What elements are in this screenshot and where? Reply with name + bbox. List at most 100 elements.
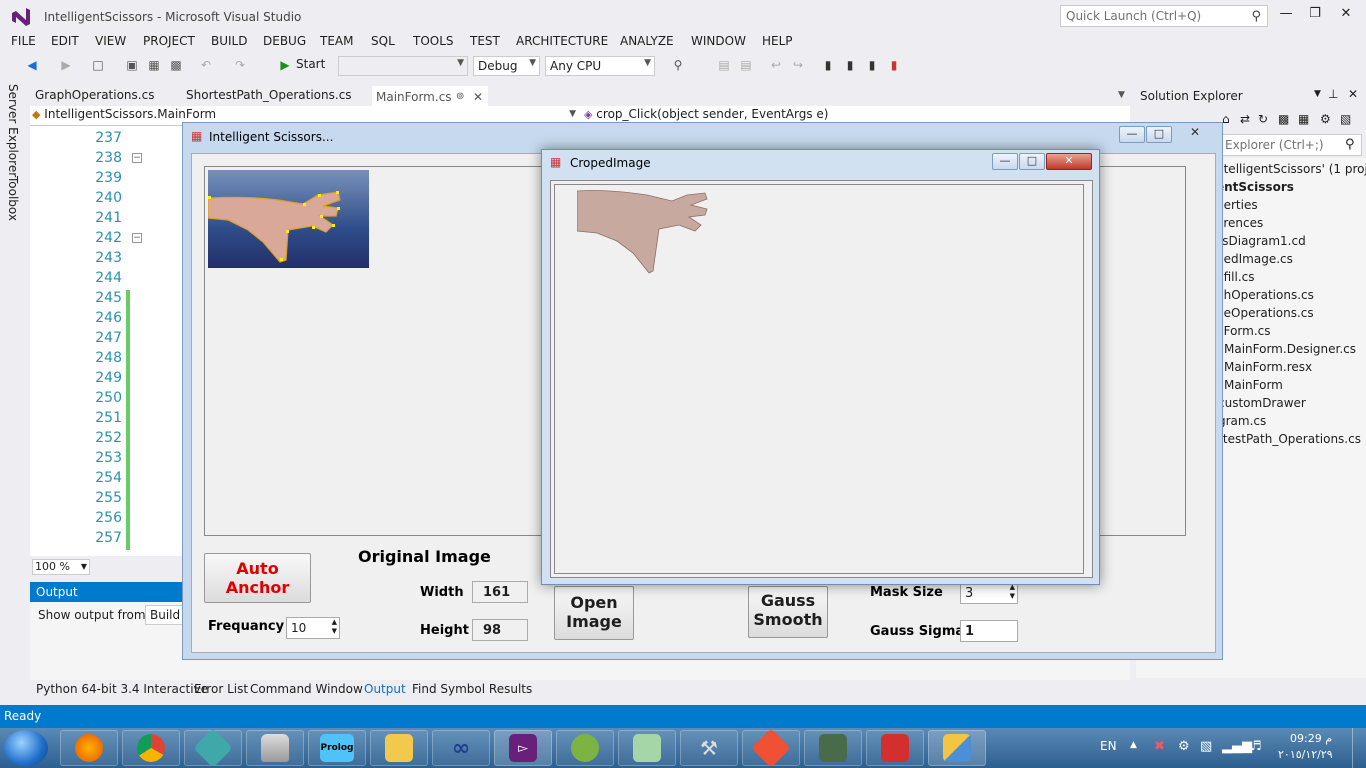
taskbar-prolog[interactable]: Prolog xyxy=(308,730,366,766)
start-icon[interactable]: ▶ xyxy=(277,57,293,73)
configuration-combo[interactable]: Debug ▼ xyxy=(473,56,540,76)
language-indicator[interactable]: EN xyxy=(1100,739,1117,753)
spinner-arrows-icon[interactable]: ▲ ▼ xyxy=(332,618,337,636)
minimize-button[interactable]: — xyxy=(1119,126,1145,143)
tab-output[interactable]: Output xyxy=(364,682,406,696)
tree-item[interactable]: nForm.cs xyxy=(1216,324,1271,338)
menu-file[interactable]: FILE xyxy=(11,34,36,48)
tab-command-window[interactable]: Command Window xyxy=(250,682,363,696)
pin-icon[interactable]: ⊚ xyxy=(456,91,464,102)
taskbar-forms[interactable] xyxy=(928,730,986,766)
menu-window[interactable]: WINDOW xyxy=(691,34,746,48)
taskbar-tools[interactable]: ⚒ xyxy=(680,730,738,766)
bookmark-icon[interactable]: ▮ xyxy=(820,57,836,73)
forward-icon[interactable]: ▶ xyxy=(58,57,74,73)
tree-item[interactable]: gram.cs xyxy=(1218,414,1266,428)
refresh-icon[interactable]: ↻ xyxy=(1258,112,1268,126)
menu-build[interactable]: BUILD xyxy=(211,34,247,48)
menu-tools[interactable]: TOOLS xyxy=(413,34,454,48)
save-all-icon[interactable]: ▩ xyxy=(168,57,184,73)
tab-shortestpath-operations[interactable]: ShortestPath_Operations.cs xyxy=(186,86,352,106)
quick-launch-input[interactable]: Quick Launch (Ctrl+Q) ⚲ xyxy=(1060,5,1268,27)
redo-icon[interactable]: ↷ xyxy=(232,57,248,73)
collapse-all-icon[interactable]: ▩ xyxy=(1278,112,1289,126)
zoom-combo[interactable]: 100 % ▼ xyxy=(32,559,90,575)
toolbox-tab[interactable]: Toolbox xyxy=(6,176,20,221)
taskbar-visual-studio[interactable]: ▻ xyxy=(494,730,552,766)
menu-test[interactable]: TEST xyxy=(470,34,500,48)
chevron-down-icon[interactable]: ▼ xyxy=(1314,89,1321,99)
home-icon[interactable]: ⌂ xyxy=(1222,112,1230,126)
taskbar-infinity[interactable]: ∞ xyxy=(432,730,490,766)
menu-edit[interactable]: EDIT xyxy=(51,34,79,48)
prev-bookmark-icon[interactable]: ▮ xyxy=(842,57,858,73)
close-button[interactable]: ✕ xyxy=(1046,153,1092,170)
network-warning-icon[interactable]: ✖ xyxy=(1154,739,1165,754)
menu-analyze[interactable]: ANALYZE xyxy=(620,34,674,48)
menu-architecture[interactable]: ARCHITECTURE xyxy=(516,34,608,48)
spinner-arrows-icon[interactable]: ▲ ▼ xyxy=(1010,583,1015,601)
new-project-icon[interactable]: □ xyxy=(90,57,106,73)
signal-icon[interactable]: ▂▄▆ xyxy=(1222,739,1252,754)
close-icon[interactable]: ✕ xyxy=(473,90,483,104)
tab-find-symbol-results[interactable]: Find Symbol Results xyxy=(412,682,532,696)
open-file-icon[interactable]: ▣ xyxy=(124,57,140,73)
debug-target-combo[interactable]: ▼ xyxy=(338,56,468,76)
show-desktop-button[interactable] xyxy=(1352,728,1366,768)
start-button[interactable] xyxy=(4,730,48,766)
tree-item[interactable]: ntelligentScissors' (1 proje xyxy=(1216,162,1366,176)
clock-time[interactable]: 09:29 م xyxy=(1290,732,1332,745)
menu-team[interactable]: TEAM xyxy=(320,34,353,48)
tray-app-icon[interactable]: ⚙ xyxy=(1178,739,1190,754)
minimize-button[interactable]: — xyxy=(1272,6,1300,26)
taskbar-git[interactable] xyxy=(742,728,800,768)
tree-item[interactable]: MainForm.resx xyxy=(1224,360,1312,374)
close-button[interactable]: ✕ xyxy=(1332,6,1360,26)
show-all-files-icon[interactable]: ▦ xyxy=(1298,112,1309,126)
comment-icon[interactable]: ↩ xyxy=(768,57,784,73)
tab-overflow-chevron-icon[interactable]: ▼ xyxy=(1118,90,1125,100)
menu-project[interactable]: PROJECT xyxy=(143,34,195,48)
tree-item[interactable]: MainForm xyxy=(1224,378,1283,392)
menu-help[interactable]: HELP xyxy=(762,34,793,48)
taskbar-notepad[interactable] xyxy=(618,730,676,766)
preview-icon[interactable]: ▧ xyxy=(1340,112,1351,126)
taskbar-chrome[interactable] xyxy=(122,730,180,766)
taskbar-terminal[interactable] xyxy=(804,730,862,766)
sync-icon[interactable]: ⇄ xyxy=(1240,112,1250,126)
tab-mainform[interactable]: MainForm.cs ⊚ ✕ xyxy=(372,86,488,106)
pin-icon[interactable]: ⊥ xyxy=(1328,87,1338,101)
tree-item[interactable]: erences xyxy=(1216,216,1263,230)
taskbar-explorer[interactable] xyxy=(370,730,428,766)
taskbar-acrobat[interactable] xyxy=(866,730,924,766)
tree-item[interactable]: customDrawer xyxy=(1218,396,1306,410)
tree-item[interactable]: rtestPath_Operations.cs xyxy=(1218,432,1361,446)
volume-icon[interactable]: ♬ xyxy=(1250,739,1262,754)
gauss-smooth-button[interactable]: Gauss Smooth xyxy=(748,586,828,638)
maximize-button[interactable]: □ xyxy=(1146,126,1172,143)
tab-python-interactive[interactable]: Python 64-bit 3.4 Interactive xyxy=(36,682,208,696)
taskbar-database[interactable] xyxy=(246,730,304,766)
tree-item[interactable]: ssDiagram1.cd xyxy=(1216,234,1306,248)
mask-size-spinner[interactable]: 3 ▲ ▼ xyxy=(960,582,1018,604)
uncomment-icon[interactable]: ↪ xyxy=(790,57,806,73)
back-icon[interactable]: ◀ xyxy=(24,57,40,73)
collapse-icon[interactable]: − xyxy=(132,233,142,243)
show-hidden-icons-icon[interactable]: ▲ xyxy=(1130,740,1137,750)
open-image-button[interactable]: Open Image xyxy=(554,586,634,640)
tree-item[interactable]: geOperations.cs xyxy=(1216,306,1314,320)
maximize-button[interactable]: □ xyxy=(1019,153,1045,170)
tree-item[interactable]: phOperations.cs xyxy=(1216,288,1314,302)
taskbar-app[interactable] xyxy=(184,728,242,768)
restore-button[interactable]: ❐ xyxy=(1301,6,1329,26)
find-in-files-icon[interactable]: ⚲ xyxy=(670,57,686,73)
auto-anchor-button[interactable]: Auto Anchor xyxy=(204,553,311,603)
platform-combo[interactable]: Any CPU ▼ xyxy=(545,56,655,76)
collapse-icon[interactable]: − xyxy=(132,153,142,163)
start-button[interactable]: Start xyxy=(296,57,325,71)
menu-sql[interactable]: SQL xyxy=(371,34,395,48)
taskbar-eclipse[interactable] xyxy=(556,730,614,766)
tree-item[interactable]: entScissors xyxy=(1216,180,1294,194)
close-icon[interactable]: ✕ xyxy=(1348,87,1358,101)
minimize-button[interactable]: — xyxy=(992,153,1018,170)
